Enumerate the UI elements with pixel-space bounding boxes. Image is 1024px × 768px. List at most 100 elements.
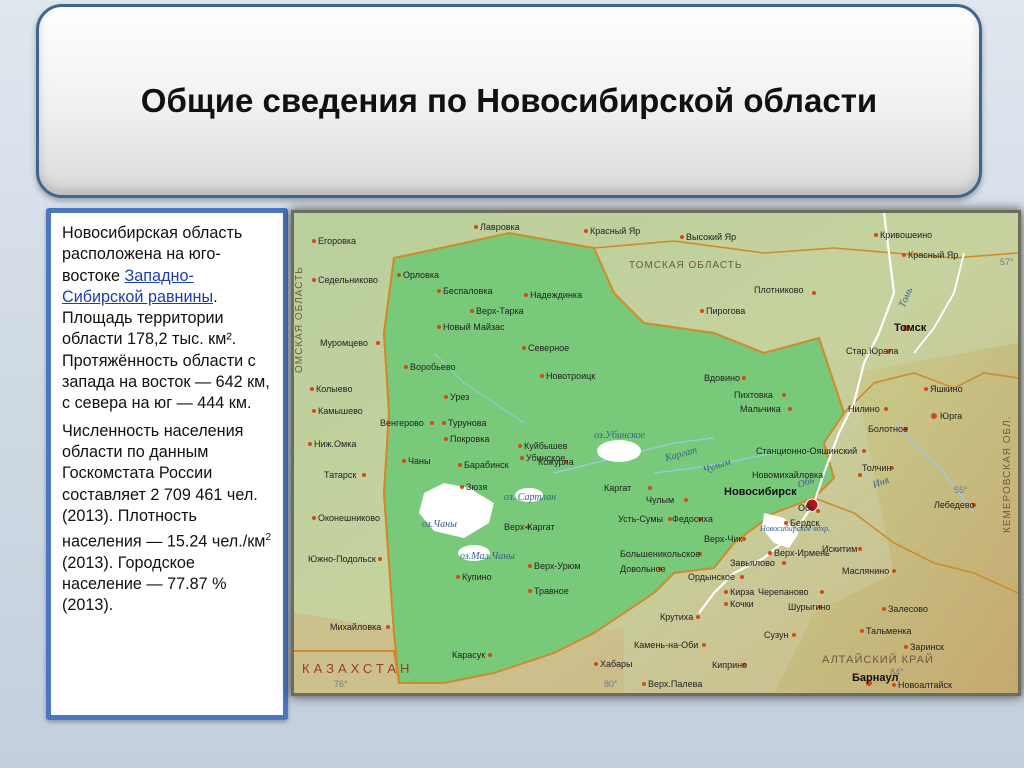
label-kozhurla: Кожурла — [538, 457, 574, 467]
label-sedelnikovo: Седельниково — [318, 275, 378, 285]
label-niz-omka: Ниж.Омка — [314, 439, 356, 449]
label-berdsk: Бердск — [790, 518, 819, 528]
city-dot-yurga — [931, 413, 937, 419]
label-lavrovka: Лавровка — [480, 222, 520, 232]
label-khabary: Хабары — [600, 659, 632, 669]
city-dot-cherepanovo — [820, 590, 824, 594]
label-ust-sum: Усть-Сумы — [618, 514, 663, 524]
city-dot-chulym — [684, 498, 688, 502]
label-kazakhstan: КАЗАХСТАН — [302, 661, 413, 676]
label-suzun: Сузун — [764, 630, 789, 640]
city-dot-kolyevo — [310, 387, 314, 391]
city-dot-severnoe — [522, 346, 526, 350]
city-dot-ordynskoe — [740, 575, 744, 579]
label-belyaevka: Беспаловка — [443, 286, 493, 296]
city-dot-krutikha — [696, 615, 700, 619]
label-kargat: Каргат — [604, 483, 631, 493]
label-tomsk-region: ТОМСКАЯ ОБЛАСТЬ — [629, 260, 742, 271]
label-chany: Чаны — [408, 456, 430, 466]
city-dot-kamyshevo — [312, 409, 316, 413]
city-dot-zavyalovo — [782, 561, 786, 565]
city-dot-iskitim — [858, 547, 862, 551]
map-svg: ТОМСКАЯ ОБЛАСТЬ ОМСКАЯ ОБЛАСТЬ КАЗАХСТАН… — [294, 213, 1018, 693]
label-novomikhaylovka: Новомихайловка — [752, 470, 823, 480]
label-tolchin: Толчин — [862, 463, 891, 473]
label-urez: Урез — [450, 392, 469, 402]
label-pikhtovka: Пихтовка — [734, 390, 773, 400]
label-verkh-uryum: Верх-Урюм — [534, 561, 581, 571]
label-okoneshnikovo: Оконешниково — [318, 513, 380, 523]
label-kiprino: Киприно — [712, 660, 747, 670]
label-novy-maizas: Новый Майзас — [443, 322, 505, 332]
city-dot-talmenka — [860, 629, 864, 633]
city-dot-niz-omka — [308, 442, 312, 446]
label-vorobyevo: Воробьево — [410, 362, 456, 372]
label-lake-mal-chany: оз.Мал.Чаны — [460, 551, 515, 562]
label-yurga: Юрга — [940, 411, 962, 421]
label-maslyanino: Маслянино — [842, 566, 889, 576]
city-dot-pirogovka — [700, 309, 704, 313]
label-lake-sartlan: оз. Сартлан — [504, 492, 556, 503]
label-lebedevo: Лебедево — [934, 500, 975, 510]
city-dot-barabinsk — [458, 463, 462, 467]
city-dot-ubinskoe — [520, 456, 524, 460]
label-tomsk: Томск — [894, 322, 927, 334]
label-plotnikovo: Плотниково — [754, 285, 803, 295]
label-zarinsk: Заринск — [910, 642, 944, 652]
population-text-start: Численность населения области по данным … — [62, 421, 266, 551]
label-kamyshevo: Камышево — [318, 406, 363, 416]
label-fedosikha: Федосиха — [672, 514, 713, 524]
label-vengerovo: Венгерово — [380, 418, 424, 428]
label-zalesovo: Залесово — [888, 604, 928, 614]
city-dot-zyuzya — [460, 485, 464, 489]
label-kamen: Камень-на-Оби — [634, 640, 698, 650]
label-zyuzya: Зюзя — [466, 482, 487, 492]
label-ob-city: Обь — [798, 503, 815, 513]
label-lon-76: 76° — [334, 679, 348, 689]
city-dot-orlovka — [397, 273, 401, 277]
city-dot-verkh-uryum — [528, 564, 532, 568]
city-dot-krasny-yar2 — [902, 253, 906, 257]
city-dot-ob — [816, 509, 820, 513]
city-dot-novotroick — [540, 374, 544, 378]
label-pirogovka: Пирогова — [706, 306, 745, 316]
city-dot-malchika — [788, 407, 792, 411]
label-barnaul: Барнаул — [852, 672, 898, 684]
label-verkh-paleva: Верх.Палева — [648, 679, 702, 689]
city-dot-berdsk — [784, 521, 788, 525]
label-lon-80: 80° — [604, 679, 618, 689]
label-orlovka: Орловка — [403, 270, 439, 280]
label-stancionno: Станционно-Ояшинский — [756, 446, 857, 456]
city-dot-mikhaylovka — [386, 625, 390, 629]
city-dot-vorobyevo — [404, 365, 408, 369]
label-kolyevo: Колыево — [316, 384, 352, 394]
label-kupino: Купино — [462, 572, 492, 582]
lake-ubinskoe — [597, 440, 641, 462]
label-krasny-yar1: Красный Яр — [590, 226, 640, 236]
label-verkh-chik: Верх-Чик — [704, 534, 742, 544]
label-lake-ubinskoe: оз.Убинское — [594, 430, 646, 441]
label-krivoshein: Кривошеино — [880, 230, 932, 240]
label-star-yuala: Стар.Юрала — [846, 346, 898, 356]
info-paragraph-geography: Новосибирская область расположена на юго… — [62, 223, 275, 415]
city-dot-kirza — [724, 590, 728, 594]
city-dot-vengerovo — [430, 421, 434, 425]
label-yuzhno-podolsk: Южно-Подольск — [308, 554, 376, 564]
city-dot-sedelnikovo — [312, 278, 316, 282]
region-map: ТОМСКАЯ ОБЛАСТЬ ОМСКАЯ ОБЛАСТЬ КАЗАХСТАН… — [294, 213, 1018, 693]
label-malchika: Мальчика — [740, 404, 781, 414]
label-kemerovo-region: КЕМЕРОВСКАЯ ОБЛ. — [1002, 416, 1013, 533]
label-krutikha: Крутиха — [660, 612, 693, 622]
city-dot-turunovka — [442, 421, 446, 425]
label-ordynskoe: Ордынское — [688, 572, 735, 582]
city-dot-travnoe — [528, 589, 532, 593]
city-dot-khabary — [594, 662, 598, 666]
label-krasny-yar2: Красный Яр — [908, 250, 958, 260]
city-dot-kochki — [724, 602, 728, 606]
label-barabinsk: Барабинск — [464, 460, 509, 470]
label-nadezhdinka: Надеждинка — [530, 290, 582, 300]
label-dovolnoe: Довольное — [620, 564, 666, 574]
city-dot-karasuk — [488, 653, 492, 657]
population-text-end: (2013). Городское население — 77.87 % (2… — [62, 553, 227, 615]
label-novoaltaysk: Новоалтайск — [898, 680, 952, 690]
